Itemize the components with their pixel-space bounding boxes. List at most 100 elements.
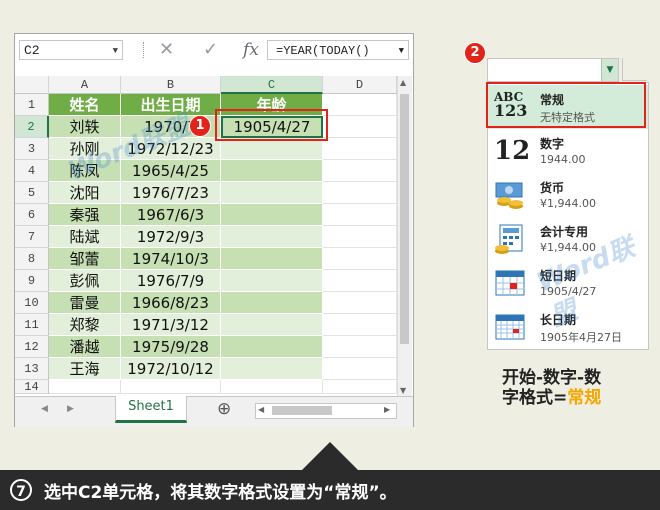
vertical-scroll-thumb[interactable] <box>400 94 409 344</box>
row-header[interactable]: 14 <box>15 380 49 394</box>
row-header[interactable]: 1 <box>15 94 49 116</box>
scroll-up-icon[interactable]: ▲ <box>400 78 406 87</box>
scroll-left-icon[interactable]: ◀ <box>258 405 264 414</box>
name-box-value: C2 <box>24 43 40 58</box>
birth-date-cell[interactable]: 1976/7/23 <box>121 182 221 204</box>
prev-sheet-icon[interactable]: ◀ <box>41 404 48 414</box>
cell-empty[interactable] <box>49 380 121 394</box>
age-cell[interactable] <box>221 248 323 270</box>
birth-date-cell[interactable]: 1974/10/3 <box>121 248 221 270</box>
age-cell[interactable] <box>221 292 323 314</box>
format-name: 货币 <box>540 181 565 195</box>
birth-date-cell[interactable]: 1972/10/12 <box>121 358 221 380</box>
column-header-b[interactable]: B <box>121 76 221 94</box>
cell-empty[interactable] <box>323 380 397 394</box>
age-cell[interactable] <box>221 182 323 204</box>
add-sheet-icon[interactable]: ⊕ <box>217 399 231 419</box>
cancel-icon[interactable]: ✕ <box>159 40 174 60</box>
insert-function-icon[interactable]: fx <box>243 40 259 60</box>
birth-date-cell[interactable]: 1967/6/3 <box>121 204 221 226</box>
callout-text: 开始-数字-数 字格式=常规 <box>502 368 632 408</box>
scroll-down-icon[interactable]: ▼ <box>400 386 406 395</box>
name-cell[interactable]: 郑黎 <box>49 314 121 336</box>
name-cell[interactable]: 雷曼 <box>49 292 121 314</box>
age-cell[interactable] <box>221 336 323 358</box>
cell-empty[interactable] <box>323 248 397 270</box>
row-header[interactable]: 7 <box>15 226 49 248</box>
age-cell[interactable] <box>221 138 323 160</box>
row-header[interactable]: 11 <box>15 314 49 336</box>
name-cell[interactable]: 潘越 <box>49 336 121 358</box>
birth-date-cell[interactable]: 1976/7/9 <box>121 270 221 292</box>
row-header[interactable]: 9 <box>15 270 49 292</box>
name-cell[interactable]: 邹蕾 <box>49 248 121 270</box>
cell-empty[interactable] <box>323 270 397 292</box>
row-header[interactable]: 4 <box>15 160 49 182</box>
step-number-badge: 7 <box>10 479 32 501</box>
format-item-currency[interactable]: 货币 ¥1,944.00 <box>488 173 648 217</box>
scroll-right-icon[interactable]: ▶ <box>384 405 390 414</box>
age-cell[interactable] <box>221 226 323 248</box>
cell-empty[interactable] <box>323 336 397 358</box>
name-box[interactable]: C2 ▼ <box>19 40 123 60</box>
format-example: 1905年4月27日 <box>540 331 622 344</box>
accounting-icon <box>494 223 526 255</box>
cell-empty[interactable] <box>323 160 397 182</box>
sheet-tab[interactable]: Sheet1 <box>115 396 187 423</box>
cell-empty[interactable] <box>323 292 397 314</box>
name-cell[interactable]: 王海 <box>49 358 121 380</box>
number-format-dropdown[interactable]: ▼ <box>487 58 619 82</box>
name-cell[interactable]: 彭佩 <box>49 270 121 292</box>
format-name: 会计专用 <box>540 225 589 239</box>
row-header[interactable]: 10 <box>15 292 49 314</box>
cell-empty[interactable] <box>221 380 323 394</box>
age-cell[interactable] <box>221 358 323 380</box>
caption-pointer <box>302 442 358 470</box>
birth-date-cell[interactable]: 1966/8/23 <box>121 292 221 314</box>
name-box-dropdown-icon[interactable]: ▼ <box>113 41 118 61</box>
cell-empty[interactable] <box>323 358 397 380</box>
cell-empty[interactable] <box>121 380 221 394</box>
format-item-number[interactable]: 12 数字 1944.00 <box>488 129 648 173</box>
column-header-c[interactable]: C <box>221 76 323 94</box>
column-header-a[interactable]: A <box>49 76 121 94</box>
birth-date-cell[interactable]: 1972/9/3 <box>121 226 221 248</box>
age-cell[interactable] <box>221 314 323 336</box>
birth-date-cell[interactable]: 1971/3/12 <box>121 314 221 336</box>
column-header-d[interactable]: D <box>323 76 397 94</box>
cell-empty[interactable] <box>323 226 397 248</box>
age-cell[interactable] <box>221 204 323 226</box>
format-example: 1944.00 <box>540 153 586 166</box>
cell-empty[interactable] <box>323 204 397 226</box>
cell-empty[interactable] <box>323 94 397 116</box>
row-header[interactable]: 13 <box>15 358 49 380</box>
confirm-icon[interactable]: ✓ <box>203 40 218 60</box>
horizontal-scroll-thumb[interactable] <box>272 406 332 415</box>
cell-empty[interactable] <box>323 116 397 138</box>
row-header[interactable]: 2 <box>15 116 49 138</box>
select-all-corner[interactable] <box>15 76 49 94</box>
age-cell[interactable] <box>221 160 323 182</box>
formula-text: =YEAR(TODAY() <box>276 44 370 58</box>
formula-expand-icon[interactable]: ▼ <box>399 41 404 59</box>
horizontal-scrollbar[interactable]: ◀ ▶ <box>255 403 397 419</box>
row-header[interactable]: 5 <box>15 182 49 204</box>
cell-empty[interactable] <box>323 138 397 160</box>
age-cell[interactable] <box>221 270 323 292</box>
name-cell[interactable]: 秦强 <box>49 204 121 226</box>
name-cell[interactable]: 沈阳 <box>49 182 121 204</box>
row-header[interactable]: 12 <box>15 336 49 358</box>
row-header[interactable]: 8 <box>15 248 49 270</box>
birth-date-cell[interactable]: 1975/9/28 <box>121 336 221 358</box>
name-cell[interactable]: 陆斌 <box>49 226 121 248</box>
formula-input[interactable]: =YEAR(TODAY() ▼ <box>267 40 409 60</box>
cell-empty[interactable] <box>323 314 397 336</box>
cell-empty[interactable] <box>323 182 397 204</box>
vertical-scrollbar[interactable]: ▲ ▼ <box>397 76 412 400</box>
header-cell-name[interactable]: 姓名 <box>49 94 121 116</box>
chevron-down-icon[interactable]: ▼ <box>601 59 618 81</box>
row-header[interactable]: 3 <box>15 138 49 160</box>
next-sheet-icon[interactable]: ▶ <box>67 404 74 414</box>
formula-buttons: ✕ ✓ fx <box>151 40 263 61</box>
row-header[interactable]: 6 <box>15 204 49 226</box>
